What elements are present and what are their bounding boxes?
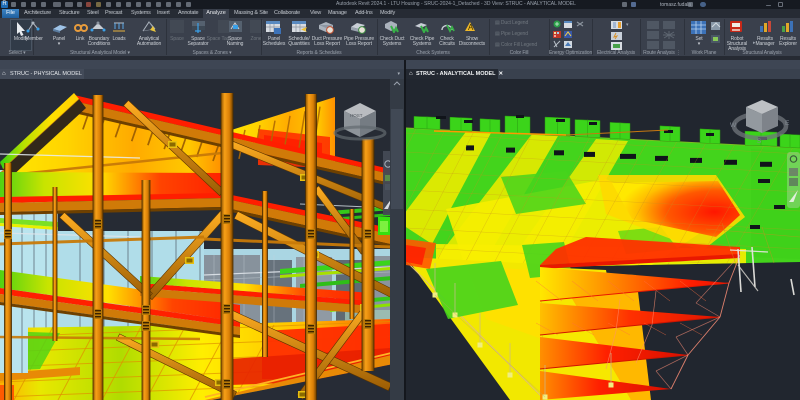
svg-text:HOST: HOST: [350, 113, 363, 118]
svg-text:E: E: [785, 120, 790, 127]
svg-text:W: W: [730, 122, 737, 129]
svg-text:S: S: [757, 138, 762, 145]
svg-text:A: A: [468, 23, 474, 32]
